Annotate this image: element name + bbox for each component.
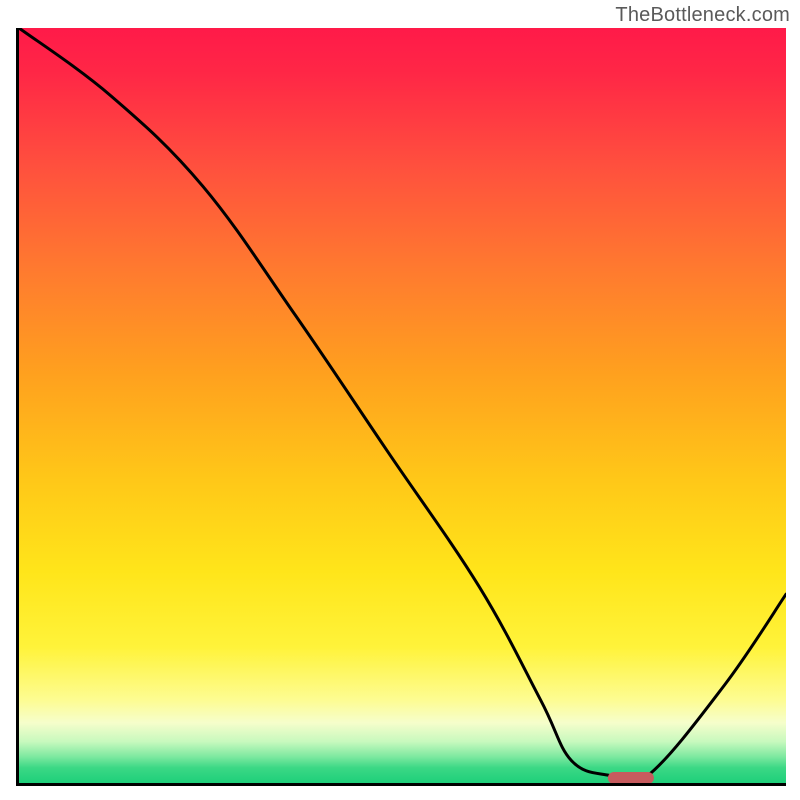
curve-path	[19, 28, 786, 783]
watermark-text: TheBottleneck.com	[615, 4, 790, 27]
optimal-range-marker	[608, 772, 654, 784]
chart-container: TheBottleneck.com	[0, 0, 800, 800]
bottleneck-curve	[19, 28, 786, 783]
plot-area	[16, 28, 786, 786]
